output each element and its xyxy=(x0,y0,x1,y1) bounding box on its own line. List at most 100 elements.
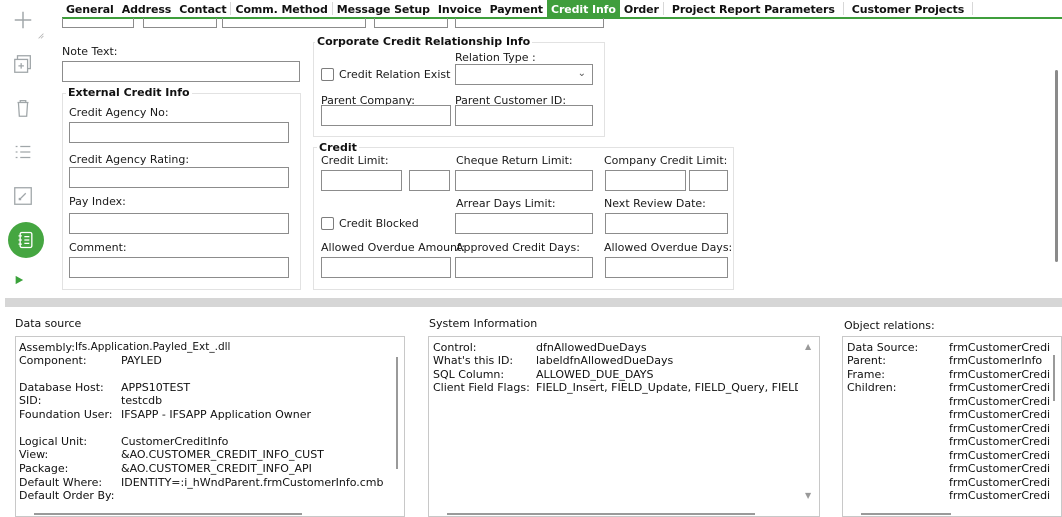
tab-credit-info[interactable]: Credit Info xyxy=(546,0,620,17)
relation-type-dropdown[interactable]: ⌄ xyxy=(455,64,593,85)
credit-agency-no-field[interactable] xyxy=(69,122,289,143)
ds-value: PAYLED xyxy=(121,354,162,367)
list-icon[interactable] xyxy=(11,140,35,164)
tab-customer-projects[interactable]: Customer Projects xyxy=(844,0,972,17)
credit-relation-exist-checkbox[interactable] xyxy=(321,68,334,81)
system-information-title: System Information xyxy=(429,317,538,330)
si-value: dfnAllowedDueDays xyxy=(536,341,647,354)
tab-comm-method[interactable]: Comm. Method xyxy=(231,0,331,17)
or-key: Data Source: xyxy=(847,341,919,354)
splitter[interactable] xyxy=(5,298,1062,307)
si-key: Control: xyxy=(433,341,477,354)
credit-title: Credit xyxy=(317,141,359,154)
si-key: Client Field Flags: xyxy=(433,381,530,394)
tab-address[interactable]: Address xyxy=(118,0,176,17)
si-value: ALLOWED_DUE_DAYS xyxy=(536,368,654,381)
or-value: frmCustomerCredi xyxy=(949,476,1051,489)
credit-limit-label: Credit Limit: xyxy=(321,154,389,167)
or-value: frmCustomerInfo xyxy=(949,354,1043,367)
or-value: frmCustomerCredi xyxy=(949,368,1051,381)
cheque-return-limit-field[interactable] xyxy=(455,170,593,191)
credit-agency-no-label: Credit Agency No: xyxy=(69,106,169,119)
ds-key: Package: xyxy=(19,462,69,475)
ds-key: SID: xyxy=(19,394,42,407)
si-key: SQL Column: xyxy=(433,368,505,381)
credit-blocked-label: Credit Blocked xyxy=(339,217,419,230)
tab-contact[interactable]: Contact xyxy=(175,0,230,17)
tab-message-setup[interactable]: Message Setup xyxy=(333,0,434,17)
ds-value: Ifs.Application.Payled_Ext_.dll xyxy=(75,341,231,353)
approved-credit-days-label: Approved Credit Days: xyxy=(456,241,580,254)
approved-credit-days-field[interactable] xyxy=(455,257,593,278)
relation-type-label: Relation Type : xyxy=(455,51,536,64)
system-info-hscroll[interactable] xyxy=(447,513,755,515)
details-icon[interactable] xyxy=(8,222,44,258)
next-review-date-field[interactable] xyxy=(605,213,728,234)
ds-key: View: xyxy=(19,448,49,461)
resize-corner-icon xyxy=(36,31,46,41)
duplicate-icon[interactable] xyxy=(11,52,35,76)
clipped-field xyxy=(222,18,366,28)
form-scrollbar[interactable] xyxy=(1055,70,1058,262)
ds-key: Default Where: xyxy=(19,476,103,489)
credit-limit-field[interactable] xyxy=(321,170,402,191)
note-text-field[interactable] xyxy=(62,61,300,82)
credit-agency-rating-field[interactable] xyxy=(69,167,289,188)
ds-value: CustomerCreditInfo xyxy=(121,435,229,448)
tab-general[interactable]: General xyxy=(62,0,118,17)
or-value: frmCustomerCredi xyxy=(949,395,1051,408)
company-credit-limit-field[interactable] xyxy=(605,170,686,191)
tab-payment[interactable]: Payment xyxy=(486,0,547,17)
external-credit-info-title: External Credit Info xyxy=(66,86,192,99)
arrear-days-limit-label: Arrear Days Limit: xyxy=(456,197,556,210)
cheque-return-limit-label: Cheque Return Limit: xyxy=(456,154,573,167)
data-source-hscroll[interactable] xyxy=(34,513,302,515)
system-information-panel: Control: dfnAllowedDueDays What's this I… xyxy=(428,336,820,517)
trash-icon[interactable] xyxy=(11,96,35,120)
parent-company-field[interactable] xyxy=(321,105,451,126)
ds-key: Component: xyxy=(19,354,87,367)
plus-icon[interactable] xyxy=(11,8,35,32)
chevron-down-icon: ⌄ xyxy=(577,68,586,79)
open-arrow-icon[interactable] xyxy=(11,184,35,208)
ds-key: Foundation User: xyxy=(19,408,113,421)
or-value: frmCustomerCredi xyxy=(949,381,1051,394)
ds-value: &AO.CUSTOMER_CREDIT_INFO_API xyxy=(121,462,312,475)
tab-project-report-parameters[interactable]: Project Report Parameters xyxy=(664,0,843,17)
clipped-field xyxy=(374,18,448,28)
note-text-label: Note Text: xyxy=(62,45,118,58)
scroll-down-icon[interactable]: ▼ xyxy=(805,491,811,500)
ds-key: Assembly: xyxy=(19,341,75,354)
clipped-field xyxy=(143,18,217,28)
pay-index-field[interactable] xyxy=(69,213,289,234)
comment-field[interactable] xyxy=(69,257,289,278)
scroll-up-icon[interactable]: ▲ xyxy=(805,342,811,351)
company-credit-limit-label: Company Credit Limit: xyxy=(604,154,728,167)
left-toolbar xyxy=(0,0,52,300)
allowed-overdue-amount-field[interactable] xyxy=(321,257,451,278)
allowed-overdue-days-field[interactable] xyxy=(605,257,728,278)
credit-limit-currency-field[interactable] xyxy=(409,170,450,191)
object-relations-vscroll[interactable] xyxy=(1053,355,1055,401)
object-relations-hscroll[interactable] xyxy=(861,513,951,515)
clipped-field xyxy=(62,18,134,28)
data-source-vscroll[interactable] xyxy=(396,357,398,469)
tab-bar: General Address Contact Comm. Method Mes… xyxy=(62,0,1062,19)
tab-invoice[interactable]: Invoice xyxy=(434,0,486,17)
play-icon[interactable] xyxy=(11,272,27,288)
credit-agency-rating-label: Credit Agency Rating: xyxy=(69,153,190,166)
tab-order[interactable]: Order xyxy=(620,0,663,17)
arrear-days-limit-field[interactable] xyxy=(455,213,593,234)
or-key: Parent: xyxy=(847,354,886,367)
or-value: frmCustomerCredi xyxy=(949,435,1051,448)
si-value: FIELD_Insert, FIELD_Update, FIELD_Query,… xyxy=(536,381,798,394)
allowed-overdue-days-label: Allowed Overdue Days: xyxy=(604,241,733,254)
or-value: frmCustomerCredi xyxy=(949,422,1051,435)
corporate-credit-relationship-title: Corporate Credit Relationship Info xyxy=(315,35,533,48)
or-key: Frame: xyxy=(847,368,885,381)
company-credit-currency-field[interactable] xyxy=(689,170,728,191)
parent-customer-id-field[interactable] xyxy=(455,105,593,126)
ds-value: IFSAPP - IFSAPP Application Owner xyxy=(121,408,312,421)
credit-blocked-checkbox[interactable] xyxy=(321,217,334,230)
ds-key: Default Order By: xyxy=(19,489,115,502)
